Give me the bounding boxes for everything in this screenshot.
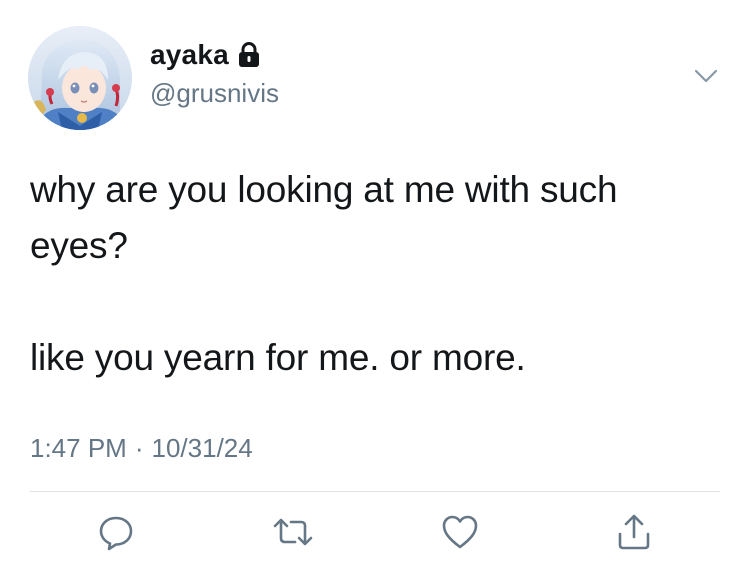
- display-name[interactable]: ayaka: [150, 39, 229, 71]
- tweet-actions: [0, 512, 750, 562]
- author-name-row: ayaka: [150, 38, 261, 72]
- share-button[interactable]: [612, 512, 656, 556]
- avatar-image: [28, 26, 132, 130]
- meta-separator: ·: [134, 433, 144, 463]
- retweet-button[interactable]: [271, 512, 315, 556]
- tweet-text: why are you looking at me with such eyes…: [30, 162, 720, 386]
- reply-button[interactable]: [94, 512, 138, 556]
- user-handle[interactable]: @grusnivis: [150, 78, 279, 109]
- like-button[interactable]: [438, 512, 482, 556]
- avatar[interactable]: [28, 26, 132, 130]
- retweet-icon: [271, 512, 315, 557]
- tweet-text-line: eyes?: [30, 225, 128, 266]
- tweet-date: 10/31/24: [151, 433, 253, 463]
- heart-icon: [440, 512, 480, 557]
- tweet-text-blank-line: [30, 274, 720, 330]
- tweet-card: ayaka @grusnivis why are you looking at …: [0, 0, 750, 581]
- divider: [30, 491, 720, 492]
- tweet-time: 1:47 PM: [30, 433, 127, 463]
- chevron-down-icon[interactable]: [690, 60, 722, 92]
- lock-icon: [237, 42, 261, 68]
- reply-icon: [96, 512, 136, 557]
- tweet-timestamp[interactable]: 1:47 PM · 10/31/24: [30, 433, 253, 464]
- tweet-text-line: like you yearn for me. or more.: [30, 337, 526, 378]
- share-icon: [614, 512, 654, 557]
- tweet-text-line: why are you looking at me with such: [30, 169, 618, 210]
